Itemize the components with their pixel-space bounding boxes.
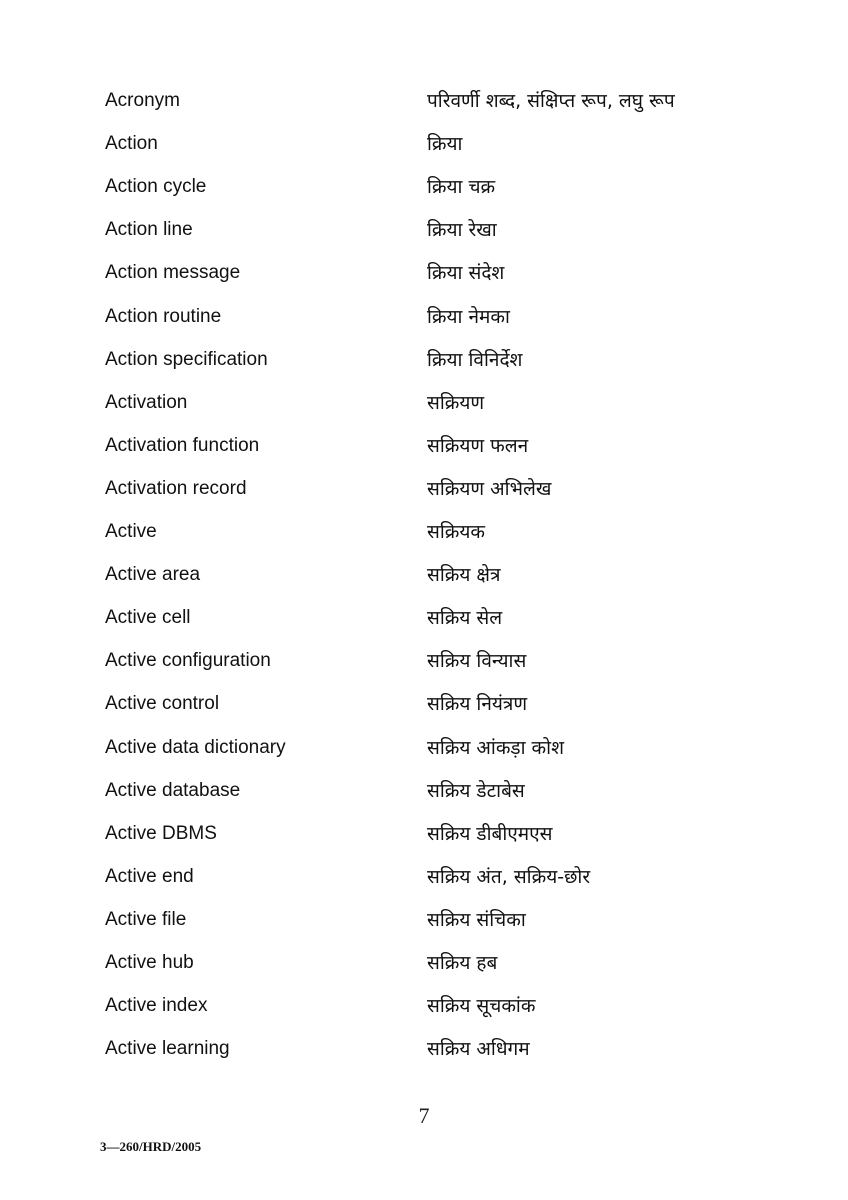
english-term: Active file [105, 908, 187, 930]
english-term: Active index [105, 995, 208, 1017]
glossary-entry: Action क्रिया [0, 126, 848, 162]
english-term: Active DBMS [105, 822, 217, 844]
page-number: 7 [418, 1103, 430, 1128]
hindi-equivalent: सक्रिय आंकड़ा कोश [427, 736, 564, 759]
english-term: Active cell [105, 607, 191, 629]
glossary-entry: Action specification क्रिया विनिर्देश [0, 342, 848, 378]
english-term: Active hub [105, 952, 194, 973]
glossary-entry: Action line क्रिया रेखा [0, 212, 848, 248]
hindi-equivalent: सक्रिय क्षेत्र [427, 564, 501, 587]
glossary-entry: Action routine क्रिया नेमका [0, 299, 848, 335]
glossary-entry: Acronym परिवर्णी शब्द, संक्षिप्त रूप, लघु… [0, 83, 848, 119]
hindi-equivalent: सक्रिय डीबीएमएस [427, 822, 553, 845]
hindi-equivalent: सक्रियक [427, 521, 485, 543]
glossary-entry: Action cycle क्रिया चक्र [0, 169, 848, 205]
hindi-equivalent: क्रिया [427, 133, 463, 156]
english-term: Activation record [105, 477, 247, 499]
glossary-entry: Active DBMS सक्रिय डीबीएमएस [0, 816, 848, 852]
hindi-equivalent: सक्रिय डेटाबेस [427, 779, 525, 802]
hindi-equivalent: सक्रिय सेल [427, 607, 503, 630]
footer-code: 3—260/HRD/2005 [100, 1139, 202, 1154]
english-term: Active [105, 521, 157, 542]
english-term: Action message [105, 262, 241, 284]
hindi-equivalent: क्रिया रेखा [427, 219, 497, 242]
glossary-entry: Active cell सक्रिय सेल [0, 600, 848, 636]
english-term: Acronym [105, 90, 180, 111]
hindi-equivalent: परिवर्णी शब्द, संक्षिप्त रूप, लघु रूप [427, 90, 675, 112]
english-term: Active area [105, 564, 201, 586]
hindi-equivalent: सक्रिय अधिगम [427, 1038, 530, 1061]
glossary-entry: Active control सक्रिय नियंत्रण [0, 686, 848, 722]
english-term: Action routine [105, 305, 222, 327]
glossary-entry: Active end सक्रिय अंत, सक्रिय-छोर [0, 859, 848, 895]
english-term: Active end [105, 865, 194, 887]
english-term: Active database [105, 779, 241, 801]
glossary-entry: Activation function सक्रियण फलन [0, 428, 848, 464]
english-term: Active control [105, 693, 220, 715]
hindi-equivalent: क्रिया विनिर्देश [427, 348, 523, 371]
hindi-equivalent: सक्रिय अंत, सक्रिय-छोर [427, 865, 591, 888]
hindi-equivalent: क्रिया नेमका [427, 305, 510, 328]
glossary-entry: Activation सक्रियण [0, 385, 848, 421]
hindi-equivalent: सक्रियण [427, 391, 485, 414]
english-term: Activation [105, 391, 188, 413]
english-term: Action specification [105, 348, 268, 370]
hindi-equivalent: सक्रिय सूचकांक [427, 995, 536, 1018]
glossary-entry: Active configuration सक्रिय विन्यास [0, 643, 848, 679]
english-term: Action [105, 133, 158, 155]
glossary-entry: Active data dictionary सक्रिय आंकड़ा कोश [0, 730, 848, 766]
english-term: Active data dictionary [105, 736, 286, 758]
hindi-equivalent: सक्रिय विन्यास [427, 650, 527, 673]
glossary-entry: Active database सक्रिय डेटाबेस [0, 773, 848, 809]
glossary-entry: Active index सक्रिय सूचकांक [0, 988, 848, 1024]
hindi-equivalent: क्रिया चक्र [427, 176, 496, 199]
hindi-equivalent: सक्रिय नियंत्रण [427, 693, 528, 716]
hindi-equivalent: सक्रिय हब [427, 952, 498, 974]
english-term: Active configuration [105, 650, 271, 672]
hindi-equivalent: क्रिया संदेश [427, 262, 505, 285]
english-term: Activation function [105, 434, 260, 456]
glossary-entry: Activation record सक्रियण अभिलेख [0, 471, 848, 507]
glossary-entry: Active area सक्रिय क्षेत्र [0, 557, 848, 593]
hindi-equivalent: सक्रियण अभिलेख [427, 477, 552, 500]
glossary-entry: Active hub सक्रिय हब [0, 945, 848, 981]
english-term: Action line [105, 219, 193, 241]
glossary-entry: Active सक्रियक [0, 514, 848, 550]
hindi-equivalent: सक्रियण फलन [427, 434, 529, 457]
glossary-entry: Action message क्रिया संदेश [0, 255, 848, 291]
glossary-entry: Active learning सक्रिय अधिगम [0, 1031, 848, 1067]
glossary-entry: Active file सक्रिय संचिका [0, 902, 848, 938]
english-term: Action cycle [105, 176, 207, 198]
hindi-equivalent: सक्रिय संचिका [427, 908, 526, 931]
english-term: Active learning [105, 1038, 230, 1060]
